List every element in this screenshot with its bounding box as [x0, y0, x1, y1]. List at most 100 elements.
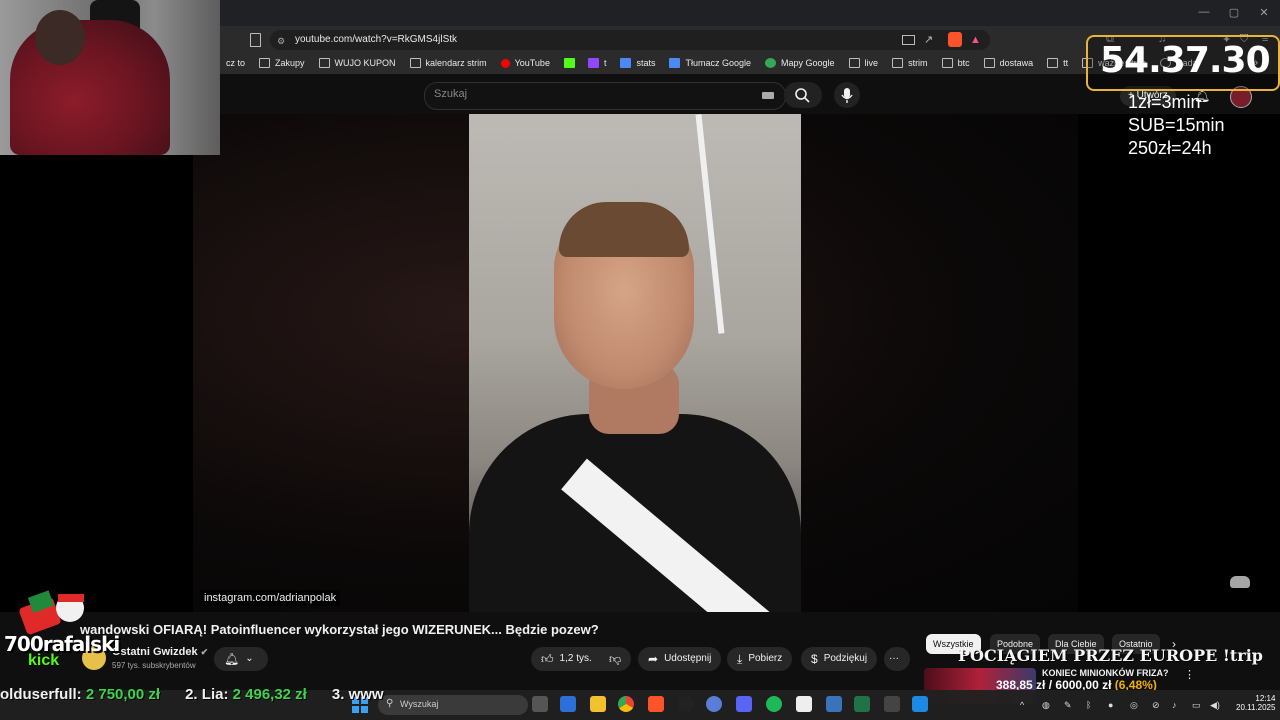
maps-icon — [765, 58, 777, 68]
bookmark-item[interactable]: live — [848, 58, 878, 68]
minimize-icon[interactable]: — — [1196, 6, 1212, 18]
brave-icon[interactable] — [648, 696, 664, 712]
folder-icon — [409, 58, 421, 68]
thanks-icon: $ — [811, 652, 818, 666]
timer-rule: SUB=15min — [1128, 115, 1225, 135]
close-icon[interactable]: ✕ — [1256, 6, 1272, 19]
bookmark-item[interactable]: Mapy Google — [765, 58, 835, 68]
stream-banner: POCIĄGIEM PRZEZ EUROPE !trip — [958, 646, 1263, 665]
dislike-button[interactable]: 👎︎ — [599, 647, 631, 671]
notifications-button[interactable]: 🔔︎ ⌄ — [214, 647, 268, 671]
share-icon: ➦ — [648, 652, 659, 666]
tray-icon[interactable]: ● — [1108, 700, 1113, 710]
streamer-head — [35, 10, 85, 65]
chevron-down-icon: ⌄ — [245, 653, 254, 664]
bookmark-item[interactable]: dostawa — [983, 58, 1033, 68]
video-frame[interactable] — [469, 114, 801, 612]
bookmark-item[interactable]: WUJO KUPON — [318, 58, 396, 68]
tray-icon[interactable]: ◍ — [1042, 700, 1050, 711]
streamer — [10, 20, 170, 155]
volume-icon[interactable]: ◀) — [1210, 700, 1220, 711]
translate-icon — [669, 58, 681, 68]
share-button[interactable]: ➦ Udostępnij — [638, 647, 722, 671]
brave-shield-icon[interactable] — [948, 32, 962, 47]
bookmark-item[interactable]: strim — [892, 58, 928, 68]
search-placeholder: Szukaj — [434, 88, 468, 100]
left-blank-panel — [0, 155, 193, 612]
excel-icon[interactable] — [854, 696, 870, 712]
spotify-icon[interactable] — [766, 696, 782, 712]
bookmark-item[interactable]: YouTube — [500, 58, 550, 68]
tray-icon[interactable]: ✎ — [1064, 700, 1072, 711]
donation-ticker: olduserfull: 2 750,00 zł 2. Lia: 2 496,3… — [0, 686, 520, 708]
timer-rule: 1zł=3min — [1128, 92, 1201, 112]
discord-icon[interactable] — [736, 696, 752, 712]
search-icon — [795, 88, 810, 103]
bookmark-item[interactable]: Tłumacz Google — [669, 58, 751, 68]
bookmark-icon[interactable] — [250, 33, 261, 47]
share-page-icon[interactable]: ↗ — [924, 33, 933, 46]
bookmark-item[interactable]: Zakupy — [259, 58, 305, 68]
recommended-title[interactable]: KONIEC MINIONKÓW FRIZA? — [1042, 668, 1169, 678]
app-icon[interactable] — [706, 696, 722, 712]
app-icon[interactable] — [884, 696, 900, 712]
search-button[interactable] — [784, 82, 822, 108]
folder-icon — [318, 58, 330, 68]
obs-icon[interactable] — [678, 696, 694, 712]
bookmark-item[interactable]: stats — [620, 58, 655, 68]
thanks-button[interactable]: $ Podziękuj — [801, 647, 878, 671]
webcam-overlay — [0, 0, 220, 155]
folder-icon — [1047, 58, 1059, 68]
channel-watermark-icon[interactable] — [1230, 576, 1250, 588]
explorer-icon[interactable] — [590, 696, 606, 712]
system-clock[interactable]: 12:14 20.11.2025 — [1236, 694, 1275, 712]
search-input[interactable] — [424, 82, 786, 110]
maximize-icon[interactable]: ▢ — [1226, 6, 1242, 19]
bluetooth-icon[interactable]: ᛒ — [1086, 700, 1091, 710]
tray-icon[interactable]: ⊘ — [1152, 700, 1160, 711]
rewards-icon[interactable]: ▲ — [970, 34, 981, 46]
kick-icon — [563, 58, 575, 68]
bookmark-item[interactable]: btc — [941, 58, 970, 68]
url-text[interactable]: youtube.com/watch?v=RkGMS4jlStk — [295, 34, 457, 45]
keyboard-icon[interactable] — [762, 92, 774, 99]
folder-icon — [259, 58, 271, 68]
youtube-icon — [500, 58, 510, 68]
download-button[interactable]: ⤓ Pobierz — [727, 647, 793, 671]
app-icon[interactable] — [912, 696, 928, 712]
right-blank-panel — [1078, 114, 1280, 612]
chrome-icon[interactable] — [618, 696, 634, 712]
cast-icon[interactable] — [902, 35, 915, 45]
bell-icon: 🔔︎ — [224, 652, 240, 666]
network-icon[interactable]: ▭ — [1192, 700, 1201, 711]
file-icon[interactable] — [560, 696, 576, 712]
logo-text: 700rafalski — [4, 632, 120, 656]
app-icon[interactable] — [796, 696, 812, 712]
mic-icon — [841, 88, 853, 103]
tray-chevron-icon[interactable]: ^ — [1020, 700, 1024, 710]
bookmark-item[interactable]: kalendarz strim — [409, 58, 487, 68]
person-hair — [559, 202, 689, 257]
mic-icon[interactable]: ♪ — [1172, 700, 1177, 710]
channel-name[interactable]: Ostatni Gwizdek ✔ — [112, 646, 208, 658]
bookmark-item[interactable]: t — [587, 58, 606, 68]
folder-icon — [848, 58, 860, 68]
bookmark-item[interactable] — [563, 58, 580, 68]
bookmark-item[interactable]: cz to — [226, 58, 245, 68]
thumbs-down-icon: 👎︎ — [609, 652, 622, 666]
subathon-timer: 54.37.30 — [1100, 40, 1271, 81]
folder-icon — [941, 58, 953, 68]
wall-cable — [695, 114, 725, 334]
video-title: wandowski OFIARĄ! Patoinfluencer wykorzy… — [80, 622, 599, 637]
video-source-label: instagram.com/adrianpolak — [200, 590, 341, 606]
site-info-icon[interactable]: ⚙ — [277, 36, 285, 47]
task-view-icon[interactable] — [532, 696, 548, 712]
more-actions-button[interactable]: ··· — [884, 647, 910, 671]
app-icon[interactable] — [826, 696, 842, 712]
voice-search-button[interactable] — [834, 82, 860, 108]
bookmark-item[interactable]: tt — [1047, 58, 1068, 68]
ticker-entry: olduserfull: 2 750,00 zł — [0, 686, 161, 703]
recommended-more-icon[interactable]: ⋮ — [1184, 668, 1195, 681]
steam-icon[interactable]: ◎ — [1130, 700, 1138, 711]
folder-icon — [983, 58, 995, 68]
